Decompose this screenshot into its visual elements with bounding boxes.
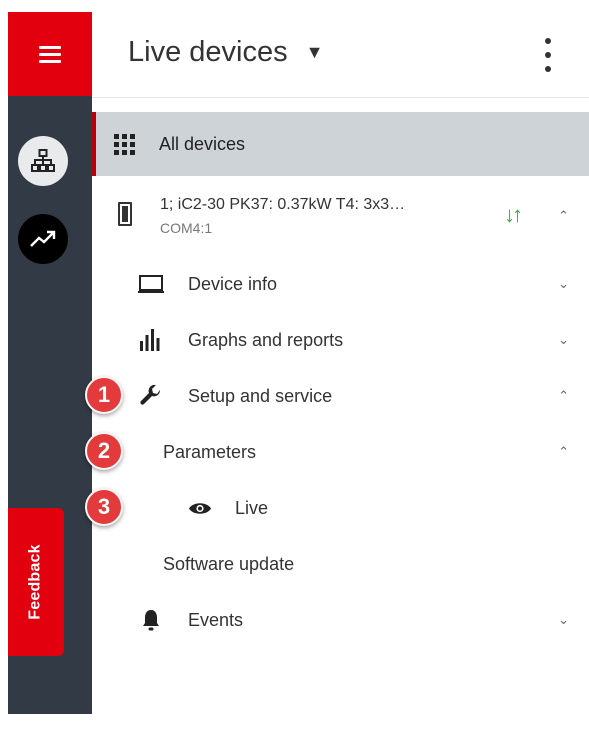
menu-item-label: Setup and service xyxy=(188,385,333,406)
device-item[interactable]: 1; iC2-30 PK37: 0.37kW T4: 3x3… COM4:1 ↓… xyxy=(92,190,589,256)
chevron-up-icon[interactable]: ⌃ xyxy=(558,208,569,224)
step-badge-2: 2 xyxy=(85,432,123,470)
connection-status-icon: ↓↑ xyxy=(504,202,523,227)
step-badge-1: 1 xyxy=(85,376,123,414)
device-name: 1; iC2-30 PK37: 0.37kW T4: 3x3… xyxy=(160,196,406,213)
menu-item-label: Device info xyxy=(188,273,278,294)
device-view-selector[interactable]: Live devices ▼ xyxy=(128,36,323,69)
wrench-icon xyxy=(140,385,161,405)
hamburger-menu-button[interactable] xyxy=(8,12,92,96)
menu-item-label: Parameters xyxy=(163,441,257,462)
device-port: COM4:1 xyxy=(160,220,213,236)
bell-icon xyxy=(143,610,159,631)
page-title: Live devices xyxy=(128,36,288,68)
feedback-button[interactable]: Feedback xyxy=(8,508,64,656)
chevron-down-icon: ⌄ xyxy=(558,332,569,347)
bar-chart-icon xyxy=(140,329,160,351)
feedback-label: Feedback xyxy=(27,544,45,620)
trend-button[interactable] xyxy=(18,214,68,264)
all-devices-label: All devices xyxy=(159,133,246,154)
hamburger-icon xyxy=(39,42,61,67)
menu-item-label: Graphs and reports xyxy=(188,329,344,350)
chevron-up-icon: ⌃ xyxy=(558,444,569,459)
menu-item-parameters[interactable]: Parameters ⌃ xyxy=(92,430,589,474)
menu-item-events[interactable]: Events ⌄ xyxy=(92,598,589,642)
chevron-down-icon: ⌄ xyxy=(558,612,569,627)
trending-up-icon xyxy=(30,230,56,247)
menu-item-graphs-and-reports[interactable]: Graphs and reports ⌄ xyxy=(92,318,589,362)
menu-item-label: Software update xyxy=(163,553,295,574)
network-topology-icon xyxy=(31,149,55,172)
menu-item-label: Live xyxy=(235,497,269,518)
laptop-icon xyxy=(138,275,164,293)
menu-item-setup-and-service[interactable]: Setup and service ⌃ xyxy=(92,374,589,418)
side-rail: Feedback xyxy=(8,12,92,714)
menu-item-live[interactable]: Live xyxy=(92,486,589,530)
page-header: Live devices ▼ xyxy=(92,12,589,98)
drive-device-icon xyxy=(118,202,132,226)
grid-icon xyxy=(114,133,135,155)
caret-down-icon: ▼ xyxy=(305,42,324,62)
more-options-icon[interactable] xyxy=(538,38,558,72)
all-devices-item[interactable]: All devices xyxy=(92,112,589,176)
step-badge-3: 3 xyxy=(85,488,123,526)
eye-icon xyxy=(189,503,211,514)
menu-item-label: Events xyxy=(188,609,244,630)
menu-item-software-update[interactable]: Software update xyxy=(92,542,589,586)
chevron-down-icon: ⌄ xyxy=(558,276,569,291)
network-topology-button[interactable] xyxy=(18,136,68,186)
chevron-up-icon: ⌃ xyxy=(558,388,569,403)
menu-item-device-info[interactable]: Device info ⌄ xyxy=(92,262,589,306)
